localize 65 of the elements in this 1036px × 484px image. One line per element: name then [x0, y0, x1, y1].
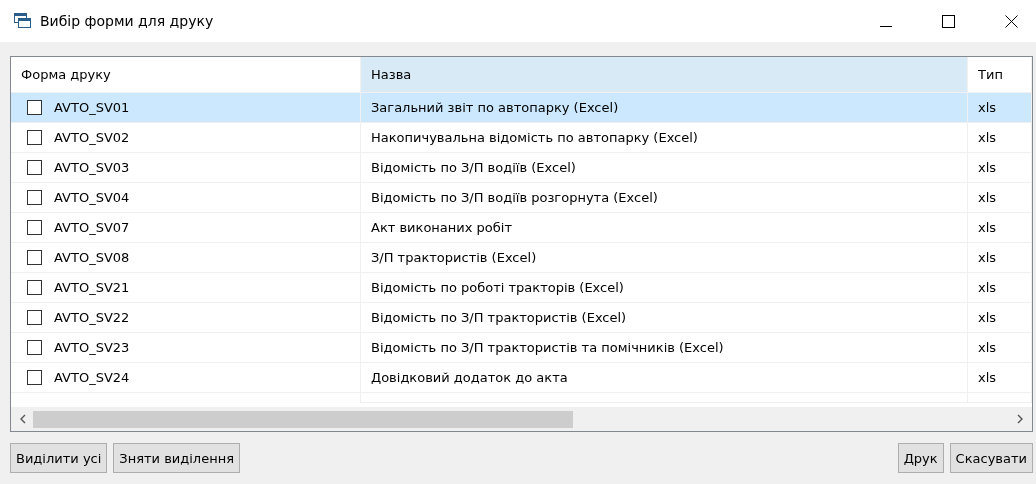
- table-cell: Відомість по З/П водіїв (Excel): [371, 160, 576, 175]
- table-cell: Відомість по З/П трактористів та помічників (Excel): [371, 340, 724, 355]
- table-cell: Довідковий додаток до акта: [371, 370, 568, 385]
- column-header[interactable]: Тип: [968, 57, 1032, 93]
- table-cell: AVTO_SV22: [54, 310, 130, 325]
- table-cell: xls: [978, 190, 997, 205]
- table-row[interactable]: AVTO_SV03 Відомість по З/П водіїв (Excel) xls: [11, 153, 1032, 183]
- checkbox[interactable]: [27, 100, 42, 115]
- table-cell: AVTO_SV01: [54, 100, 130, 115]
- column-header[interactable]: Форма друку: [11, 57, 361, 93]
- table-cell: xls: [978, 250, 997, 265]
- table-cell: xls: [978, 310, 997, 325]
- table-cell: AVTO_SV08: [54, 250, 130, 265]
- scroll-left-icon[interactable]: [19, 414, 27, 424]
- checkbox[interactable]: [27, 130, 42, 145]
- table-cell: Акт виконаних робіт: [371, 220, 512, 235]
- table-cell: Загальний звіт по автопарку (Excel): [371, 100, 619, 115]
- table-row[interactable]: AVTO_SV22 Відомість по З/П трактористів (Excel) xls: [11, 303, 1032, 333]
- checkbox[interactable]: [27, 340, 42, 355]
- column-header[interactable]: Назва: [361, 57, 968, 93]
- select-button[interactable]: Зняти виділення: [113, 443, 240, 473]
- table-cell: AVTO_SV03: [54, 160, 130, 175]
- table-row[interactable]: AVTO_SV24 Довідковий додаток до акта xls: [11, 363, 1032, 393]
- table-cell: З/П трактористів (Excel): [371, 250, 537, 265]
- checkbox[interactable]: [27, 190, 42, 205]
- close-icon[interactable]: [1005, 14, 1018, 28]
- table-cell: AVTO_SV04: [54, 190, 130, 205]
- table-cell: Відомість по З/П водіїв розгорнута (Excel): [371, 190, 658, 205]
- table-cell: AVTO_SV23: [54, 340, 130, 355]
- table-cell: xls: [978, 100, 997, 115]
- table-row[interactable]: AVTO_SV02 Накопичувальна відомість по автопарку (Excel) xls: [11, 123, 1032, 153]
- select-button[interactable]: Виділити усі: [10, 443, 108, 473]
- table-cell: xls: [978, 340, 997, 355]
- checkbox[interactable]: [27, 370, 42, 385]
- table-row[interactable]: AVTO_SV01 Загальний звіт по автопарку (Excel) xls: [11, 93, 1032, 123]
- checkbox[interactable]: [27, 160, 42, 175]
- table-cell: Відомість по роботі тракторів (Excel): [371, 280, 624, 295]
- checkbox[interactable]: [27, 250, 42, 265]
- scroll-right-icon[interactable]: [1016, 414, 1024, 424]
- dialog-button[interactable]: Друк: [897, 443, 944, 473]
- table-cell: xls: [978, 130, 997, 145]
- table-cell: AVTO_SV07: [54, 220, 130, 235]
- table-cell: Накопичувальна відомість по автопарку (Excel): [371, 130, 698, 145]
- table-row[interactable]: AVTO_SV21 Відомість по роботі тракторів (Excel) xls: [11, 273, 1032, 303]
- windows-icon: [14, 13, 32, 29]
- table-cell: xls: [978, 160, 997, 175]
- dialog-button[interactable]: Скасувати: [949, 443, 1033, 473]
- table-cell: AVTO_SV02: [54, 130, 130, 145]
- scrollbar-thumb[interactable]: [33, 410, 573, 428]
- table-cell: AVTO_SV21: [54, 280, 130, 295]
- table-row[interactable]: AVTO_SV23 Відомість по З/П трактористів та помічників (Excel) xls: [11, 333, 1032, 363]
- table-cell: AVTO_SV24: [54, 370, 130, 385]
- table-row[interactable]: AVTO_SV08 З/П трактористів (Excel) xls: [11, 243, 1032, 273]
- window-title: Вибір форми для друку: [40, 13, 214, 29]
- table-row[interactable]: AVTO_SV04 Відомість по З/П водіїв розгорнута (Excel) xls: [11, 183, 1032, 213]
- checkbox[interactable]: [27, 220, 42, 235]
- table-cell: xls: [978, 370, 997, 385]
- table-cell: xls: [978, 280, 997, 295]
- horizontal-scrollbar[interactable]: [11, 407, 1032, 431]
- checkbox[interactable]: [27, 310, 42, 325]
- table-cell: xls: [978, 220, 997, 235]
- maximize-icon[interactable]: [942, 14, 955, 28]
- checkbox[interactable]: [27, 280, 42, 295]
- table-row[interactable]: AVTO_SV07 Акт виконаних робіт xls: [11, 213, 1032, 243]
- table-cell: Відомість по З/П трактористів (Excel): [371, 310, 627, 325]
